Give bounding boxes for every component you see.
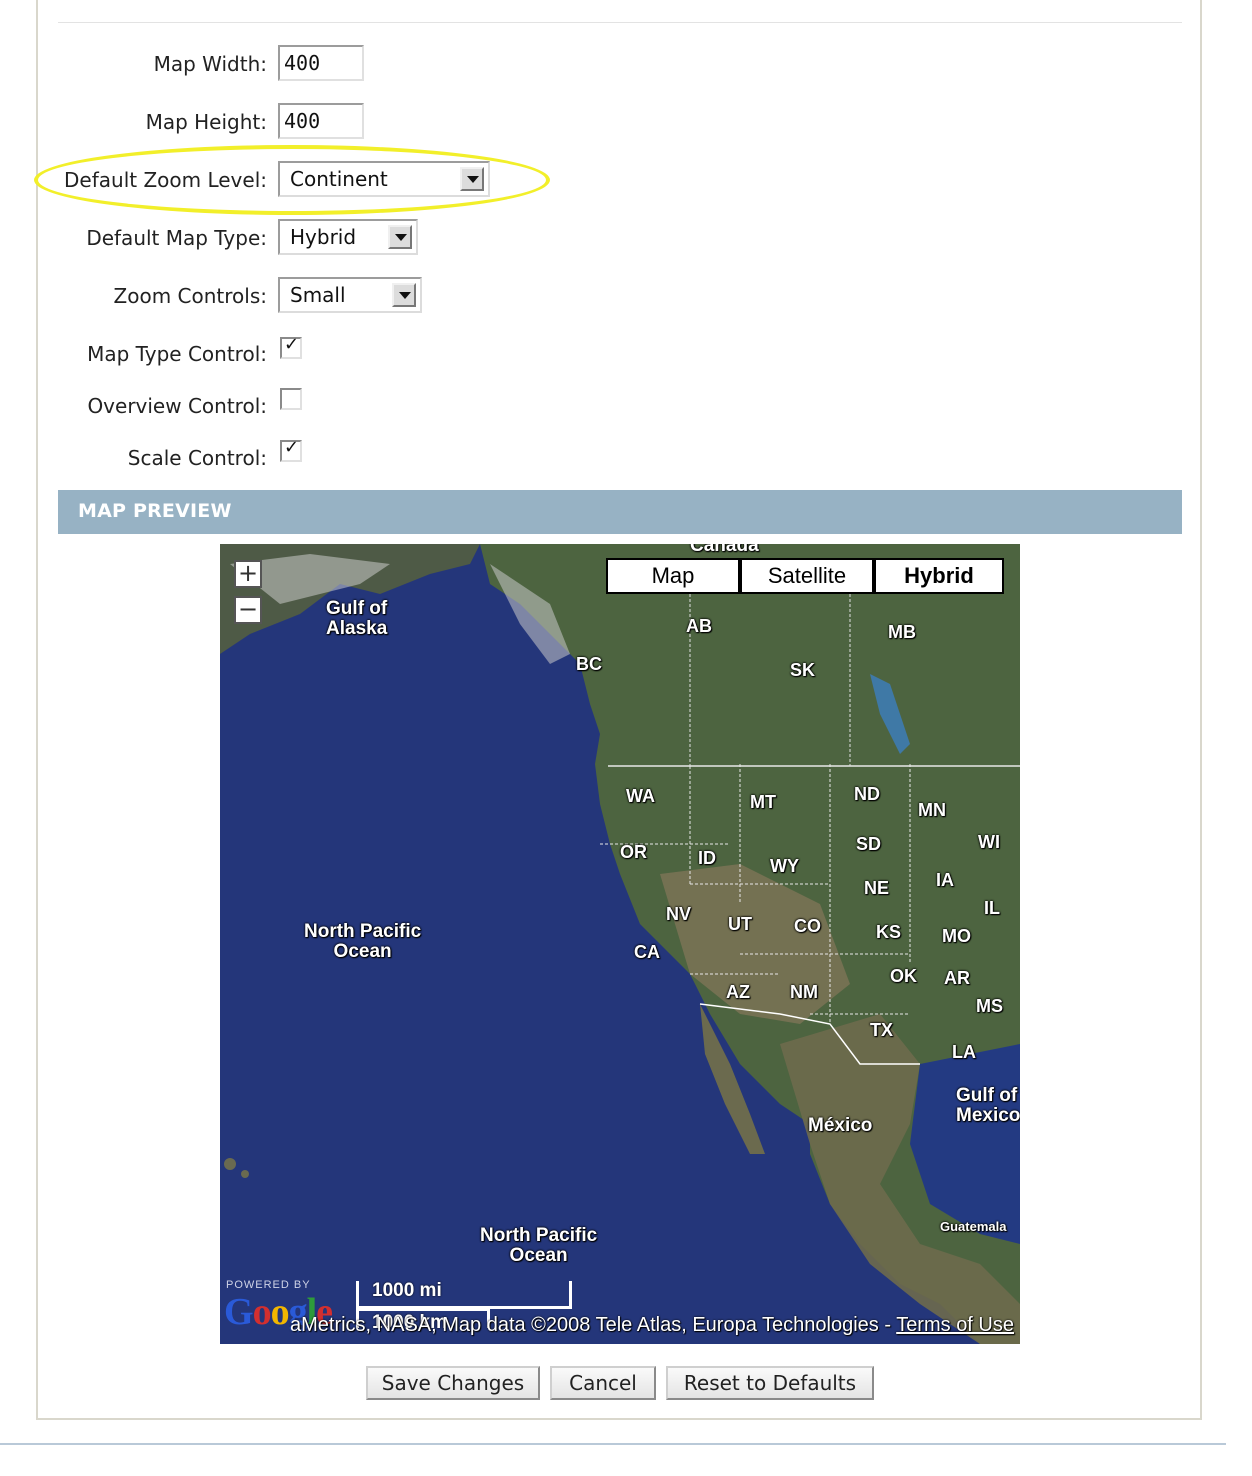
map-label-la: LA: [952, 1042, 976, 1062]
map-preview-title: MAP PREVIEW: [78, 500, 232, 522]
map-width-label: Map Width:: [153, 52, 267, 76]
checkmark-icon: ✓: [284, 334, 300, 355]
zoom-level-value: Continent: [290, 167, 388, 191]
cancel-button[interactable]: Cancel: [550, 1366, 656, 1400]
map-label-ne: NE: [864, 878, 890, 898]
map-type-select[interactable]: Hybrid: [278, 219, 418, 255]
map-label-ca: CA: [634, 942, 660, 962]
bottom-divider: [0, 1443, 1226, 1445]
map-label-il: IL: [984, 898, 1000, 918]
map-type-map-button[interactable]: Map: [606, 558, 740, 594]
map-type-control-label: Map Type Control:: [87, 342, 267, 366]
map-width-input[interactable]: 400: [278, 45, 364, 81]
map-label-ar: AR: [944, 968, 970, 988]
map-label-id: ID: [698, 848, 716, 868]
map-label-tx: TX: [870, 1020, 894, 1040]
map-label-mt: MT: [750, 792, 776, 812]
map-label-nd: ND: [854, 784, 880, 804]
chevron-down-icon: [388, 225, 412, 249]
top-divider: [58, 22, 1182, 23]
map-label-nm: NM: [790, 982, 818, 1002]
map-label-ks: KS: [876, 922, 902, 942]
map-type-hybrid-button[interactable]: Hybrid: [874, 558, 1004, 594]
map-label-ms: MS: [976, 996, 1003, 1016]
map-height-input[interactable]: 400: [278, 103, 364, 139]
map-label-mn: MN: [918, 800, 946, 820]
map-label-gulf-mexico: Gulf of Mexico: [956, 1085, 1020, 1126]
scale-miles-label: 1000 mi: [372, 1280, 442, 1301]
scale-control-checkbox[interactable]: ✓: [280, 437, 302, 462]
map-label-sk: SK: [790, 660, 816, 680]
zoom-level-label: Default Zoom Level:: [64, 168, 267, 192]
zoom-controls-label: Zoom Controls:: [113, 284, 267, 308]
map-label-az: AZ: [726, 982, 750, 1002]
map-label-wy: WY: [770, 856, 799, 876]
map-label-mb: MB: [888, 622, 916, 642]
reset-to-defaults-button[interactable]: Reset to Defaults: [666, 1366, 874, 1400]
map-label-guatemala: Guatemala: [940, 1219, 1007, 1234]
zoom-out-button[interactable]: −: [234, 596, 262, 624]
map-preview-header: MAP PREVIEW: [58, 490, 1182, 534]
map-label-bc: BC: [576, 654, 602, 674]
map-label-ok: OK: [890, 966, 917, 986]
map-label-north-pacific-2: North Pacific Ocean: [480, 1225, 598, 1266]
map-preview[interactable]: + − Map Satellite Hybrid Canada Gulf of A…: [220, 544, 1020, 1344]
overview-control-checkbox[interactable]: [280, 388, 302, 410]
map-type-control-checkbox[interactable]: ✓: [280, 334, 302, 359]
checkmark-icon: ✓: [284, 437, 300, 458]
map-label-canada: Canada: [690, 544, 759, 556]
terms-of-use-link[interactable]: Terms of Use: [896, 1314, 1014, 1336]
map-label-mexico: México: [808, 1115, 873, 1136]
map-label-mo: MO: [942, 926, 971, 946]
chevron-down-icon: [392, 283, 416, 307]
map-label-wi: WI: [978, 832, 1000, 852]
map-label-wa: WA: [626, 786, 655, 806]
map-type-value: Hybrid: [290, 225, 357, 249]
chevron-down-icon: [460, 167, 484, 191]
map-label-co: CO: [794, 916, 821, 936]
map-type-label: Default Map Type:: [86, 226, 267, 250]
zoom-in-button[interactable]: +: [234, 560, 262, 588]
map-label-ab: AB: [686, 616, 712, 636]
map-label-nv: NV: [666, 904, 692, 924]
map-attribution: aMetrics, NASA, Map data ©2008 Tele Atla…: [289, 1314, 1014, 1336]
map-label-ia: IA: [936, 870, 954, 890]
map-label-ut: UT: [728, 914, 752, 934]
map-label-sd: SD: [856, 834, 882, 854]
overview-control-label: Overview Control:: [87, 394, 267, 418]
zoom-controls-value: Small: [290, 283, 346, 307]
scale-control-label: Scale Control:: [127, 446, 267, 470]
zoom-controls-select[interactable]: Small: [278, 277, 422, 313]
save-changes-button[interactable]: Save Changes: [366, 1366, 540, 1400]
zoom-level-select[interactable]: Continent: [278, 161, 490, 197]
map-label-north-pacific-1: North Pacific Ocean: [304, 921, 422, 962]
map-label-or: OR: [620, 842, 647, 862]
map-label-gulf-alaska: Gulf of Alaska: [326, 598, 388, 639]
map-type-satellite-button[interactable]: Satellite: [740, 558, 874, 594]
map-height-label: Map Height:: [145, 110, 267, 134]
